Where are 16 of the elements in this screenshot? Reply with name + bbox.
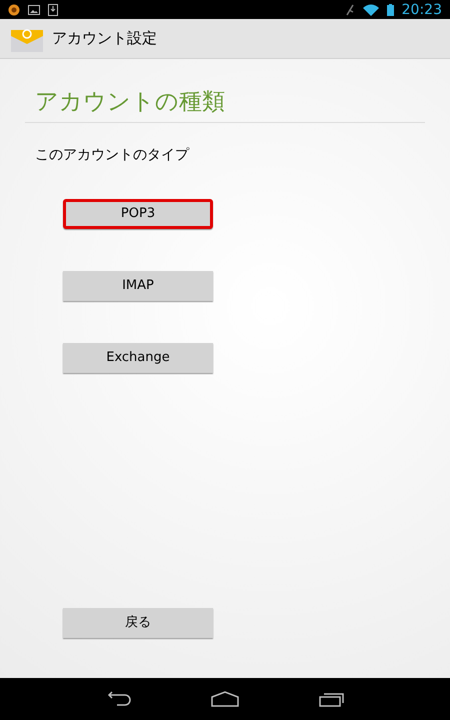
battery-icon [386,4,394,16]
account-type-button[interactable]: POP3 [63,198,213,228]
prompt-text: このアカウントのタイプ [35,146,190,164]
app-title: アカウント設定 [52,28,157,50]
clock: 20:23 [402,2,442,16]
account-type-button[interactable]: Exchange [63,342,213,372]
home-icon[interactable] [211,691,239,707]
back-icon[interactable] [105,691,131,707]
wifi-icon [362,4,379,16]
app-notification-icon [8,4,20,16]
image-icon [28,4,40,16]
account-type-button[interactable]: IMAP [63,270,213,300]
download-icon [48,4,58,16]
back-button[interactable]: 戻る [63,608,213,638]
recent-apps-icon[interactable] [319,691,345,707]
section-heading: アカウントの種類 [35,89,225,115]
